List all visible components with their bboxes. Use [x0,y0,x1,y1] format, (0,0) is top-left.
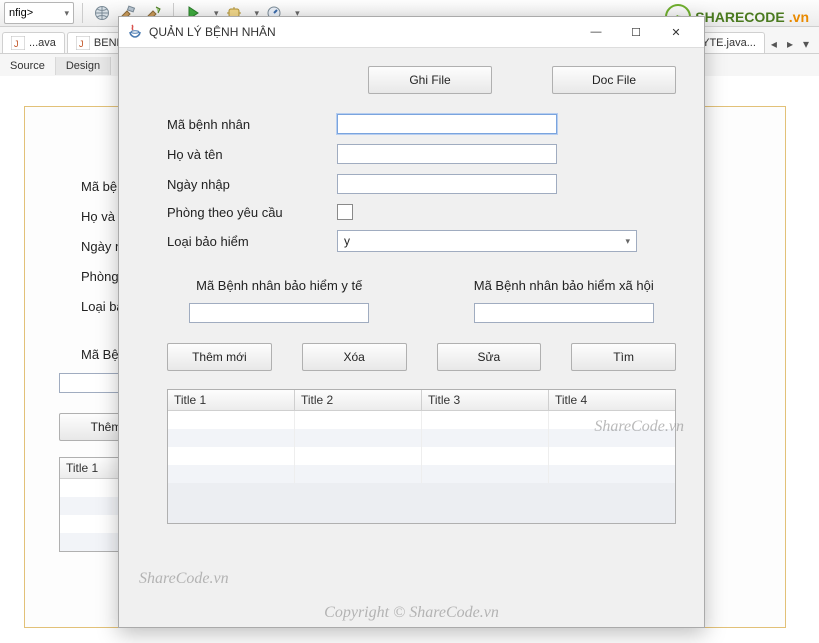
java-app-icon [127,23,143,42]
label-ho: Họ và tên [167,147,337,162]
ma-bhxh-input[interactable] [474,303,654,323]
file-tab-label: ...ava [29,37,56,49]
table-header[interactable]: Title 2 [295,390,422,411]
table-empty-area [168,483,675,523]
ho-va-ten-input[interactable] [337,144,557,164]
ma-benh-nhan-input[interactable] [337,114,557,134]
svg-text:J: J [79,39,84,49]
table-row[interactable] [168,465,675,483]
bg-add-label: Thêm [91,420,122,434]
patient-management-window: QUẢN LÝ BỆNH NHÂN — ☐ ✕ Ghi File Doc Fil… [118,16,705,628]
tab-scroll-right-icon[interactable]: ▸ [783,35,797,53]
table-header[interactable]: Title 1 [168,390,295,411]
maximize-button[interactable]: ☐ [616,18,656,46]
java-file-icon: J [11,36,25,50]
watermark: ShareCode.vn [139,570,229,588]
tab-source[interactable]: Source [0,57,56,75]
minimize-button[interactable]: — [576,18,616,46]
copyright: Copyright © ShareCode.vn [119,604,704,622]
logo-brand: SHARECODE [695,9,784,25]
separator [82,3,83,23]
ghi-file-label: Ghi File [409,73,450,87]
phong-yeu-cau-checkbox[interactable] [337,204,353,220]
label-ma: Mã bệnh nhân [167,117,337,132]
svg-text:J: J [14,39,19,49]
xoa-label: Xóa [343,350,364,364]
java-file-icon: J [76,36,90,50]
config-combo[interactable]: nfig> ▾ [4,2,74,24]
table-header[interactable]: Title 3 [422,390,549,411]
them-moi-label: Thêm mới [192,350,247,364]
close-button[interactable]: ✕ [656,18,696,46]
window-title: QUẢN LÝ BỆNH NHÂN [149,25,576,39]
table-row[interactable] [168,411,675,429]
ghi-file-button[interactable]: Ghi File [368,66,492,94]
them-moi-button[interactable]: Thêm mới [167,343,272,371]
loai-bao-hiem-combo[interactable]: y ▾ [337,230,637,252]
titlebar[interactable]: QUẢN LÝ BỆNH NHÂN — ☐ ✕ [119,17,704,48]
patient-table[interactable]: Title 1 Title 2 Title 3 Title 4 [167,389,676,524]
globe-icon[interactable] [91,2,113,24]
tab-list-dropdown-icon[interactable]: ▾ [799,35,813,53]
sub-label-yte: Mã Bệnh nhân bảo hiểm y tế [196,278,362,293]
table-header[interactable]: Title 4 [549,390,675,411]
dialog-body: Ghi File Doc File Mã bệnh nhân Họ và tên… [119,48,704,628]
combo-value: y [344,234,350,248]
sua-label: Sửa [478,350,501,364]
doc-file-label: Doc File [592,73,636,87]
tab-scroll-left-icon[interactable]: ◂ [767,35,781,53]
tab-design[interactable]: Design [56,57,111,75]
chevron-down-icon: ▾ [64,8,69,19]
file-tab[interactable]: J ...ava [2,32,65,53]
config-label: nfig> [9,7,33,19]
label-ngay: Ngày nhập [167,177,337,192]
table-row[interactable] [168,429,675,447]
doc-file-button[interactable]: Doc File [552,66,676,94]
ngay-nhap-input[interactable] [337,174,557,194]
chevron-down-icon: ▾ [625,236,630,247]
logo-tld: .vn [789,9,809,25]
tab-scroll-arrows: ◂ ▸ ▾ [767,35,817,53]
sua-button[interactable]: Sửa [437,343,542,371]
tim-button[interactable]: Tìm [571,343,676,371]
sub-label-xahoi: Mã Bệnh nhân bảo hiểm xã hội [474,278,654,293]
ma-bhy-te-input[interactable] [189,303,369,323]
table-row[interactable] [168,447,675,465]
table-header-row: Title 1 Title 2 Title 3 Title 4 [168,390,675,411]
label-loai: Loại bảo hiểm [167,234,337,249]
xoa-button[interactable]: Xóa [302,343,407,371]
label-phong: Phòng theo yêu cầu [167,205,337,220]
tim-label: Tìm [613,350,634,364]
